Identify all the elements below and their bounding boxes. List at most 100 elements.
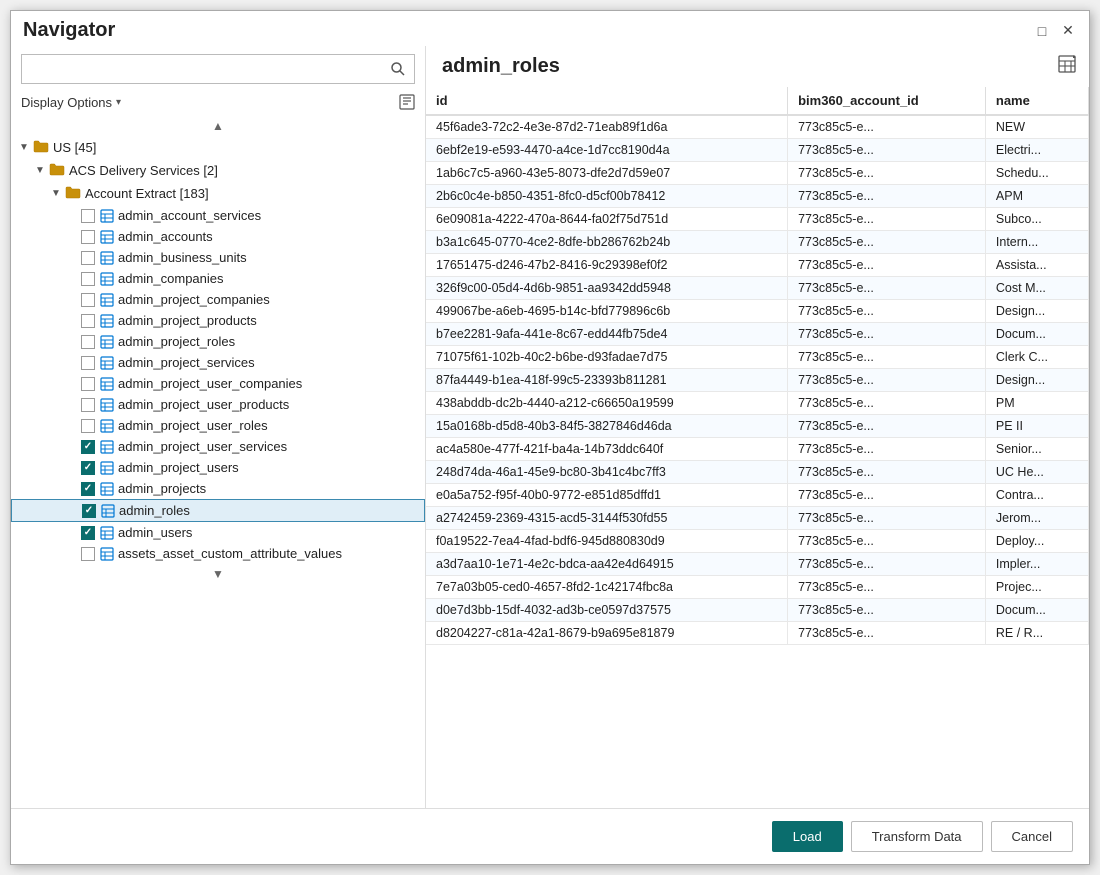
tree-item[interactable]: admin_projects xyxy=(11,478,425,499)
tree-item-checkbox[interactable] xyxy=(81,440,95,454)
table-cell: 773c85c5-e... xyxy=(788,553,986,576)
table-row[interactable]: 71075f61-102b-40c2-b6be-d93fadae7d75773c… xyxy=(426,346,1089,369)
tree-item[interactable]: admin_project_services xyxy=(11,352,425,373)
tree-item[interactable]: admin_accounts xyxy=(11,226,425,247)
cancel-button[interactable]: Cancel xyxy=(991,821,1073,852)
table-row[interactable]: 7e7a03b05-ced0-4657-8fd2-1c42174fbc8a773… xyxy=(426,576,1089,599)
folder-icon xyxy=(65,185,81,202)
table-cell: PE II xyxy=(985,415,1088,438)
expand-placeholder xyxy=(65,440,79,454)
refresh-button[interactable] xyxy=(399,94,415,110)
tree-item-checkbox[interactable] xyxy=(81,461,95,475)
load-button[interactable]: Load xyxy=(772,821,843,852)
tree-item[interactable]: admin_project_user_services xyxy=(11,436,425,457)
tree-item-checkbox[interactable] xyxy=(82,504,96,518)
tree-item-checkbox[interactable] xyxy=(81,419,95,433)
table-cell: 773c85c5-e... xyxy=(788,438,986,461)
table-row[interactable]: a2742459-2369-4315-acd5-3144f530fd55773c… xyxy=(426,507,1089,530)
title-bar: Navigator □ ✕ xyxy=(11,11,1089,46)
tree-item-checkbox[interactable] xyxy=(81,251,95,265)
tree-item[interactable]: admin_project_products xyxy=(11,310,425,331)
table-row[interactable]: 87fa4449-b1ea-418f-99c5-23393b811281773c… xyxy=(426,369,1089,392)
scroll-down-arrow[interactable]: ▼ xyxy=(11,564,425,584)
table-row[interactable]: 45f6ade3-72c2-4e3e-87d2-71eab89f1d6a773c… xyxy=(426,115,1089,139)
tree-item[interactable]: admin_roles xyxy=(11,499,425,522)
table-row[interactable]: 248d74da-46a1-45e9-bc80-3b41c4bc7ff3773c… xyxy=(426,461,1089,484)
table-row[interactable]: 326f9c00-05d4-4d6b-9851-aa9342dd5948773c… xyxy=(426,277,1089,300)
tree-item-checkbox[interactable] xyxy=(81,526,95,540)
table-row[interactable]: 6e09081a-4222-470a-8644-fa02f75d751d773c… xyxy=(426,208,1089,231)
table-row[interactable]: 1ab6c7c5-a960-43e5-8073-dfe2d7d59e07773c… xyxy=(426,162,1089,185)
tree-item-checkbox[interactable] xyxy=(81,272,95,286)
table-row[interactable]: 15a0168b-d5d8-40b3-84f5-3827846d46da773c… xyxy=(426,415,1089,438)
table-cell: NEW xyxy=(985,115,1088,139)
search-input[interactable] xyxy=(22,57,382,82)
tree-item-checkbox[interactable] xyxy=(81,314,95,328)
tree-item-checkbox[interactable] xyxy=(81,293,95,307)
tree-item[interactable]: admin_project_user_roles xyxy=(11,415,425,436)
tree-item[interactable]: assets_asset_custom_attribute_values xyxy=(11,543,425,564)
tree-item-label: admin_users xyxy=(118,525,192,540)
tree-item[interactable]: admin_users xyxy=(11,522,425,543)
tree-item[interactable]: ▼ US [45] xyxy=(11,136,425,159)
table-cell: b7ee2281-9afa-441e-8c67-edd44fb75de4 xyxy=(426,323,788,346)
tree-item[interactable]: admin_project_roles xyxy=(11,331,425,352)
tree-item-checkbox[interactable] xyxy=(81,230,95,244)
tree-item[interactable]: admin_account_services xyxy=(11,205,425,226)
table-cell: 773c85c5-e... xyxy=(788,461,986,484)
table-icon xyxy=(100,314,114,328)
table-cell: Design... xyxy=(985,369,1088,392)
tree-item-checkbox[interactable] xyxy=(81,209,95,223)
table-icon xyxy=(100,419,114,433)
tree-item[interactable]: ▼ Account Extract [183] xyxy=(11,182,425,205)
table-row[interactable]: f0a19522-7ea4-4fad-bdf6-945d880830d9773c… xyxy=(426,530,1089,553)
table-cell: b3a1c645-0770-4ce2-8dfe-bb286762b24b xyxy=(426,231,788,254)
table-row[interactable]: 2b6c0c4e-b850-4351-8fc0-d5cf00b78412773c… xyxy=(426,185,1089,208)
tree-item-checkbox[interactable] xyxy=(81,482,95,496)
tree-area[interactable]: ▲ ▼ US [45]▼ ACS Delivery Services [2]▼ … xyxy=(11,116,425,808)
minimize-button[interactable]: □ xyxy=(1033,22,1051,40)
tree-item-checkbox[interactable] xyxy=(81,547,95,561)
table-row[interactable]: d0e7d3bb-15df-4032-ad3b-ce0597d37575773c… xyxy=(426,599,1089,622)
tree-item[interactable]: admin_project_user_companies xyxy=(11,373,425,394)
table-cell: 6ebf2e19-e593-4470-a4ce-1d7cc8190d4a xyxy=(426,139,788,162)
table-row[interactable]: 499067be-a6eb-4695-b14c-bfd779896c6b773c… xyxy=(426,300,1089,323)
expand-placeholder xyxy=(66,504,80,518)
tree-item[interactable]: admin_business_units xyxy=(11,247,425,268)
display-options-button[interactable]: Display Options ▾ xyxy=(21,95,121,110)
table-icon xyxy=(100,293,114,307)
table-row[interactable]: 17651475-d246-47b2-8416-9c29398ef0f2773c… xyxy=(426,254,1089,277)
table-row[interactable]: d8204227-c81a-42a1-8679-b9a695e81879773c… xyxy=(426,622,1089,645)
transform-data-button[interactable]: Transform Data xyxy=(851,821,983,852)
table-row[interactable]: b3a1c645-0770-4ce2-8dfe-bb286762b24b773c… xyxy=(426,231,1089,254)
table-title: admin_roles xyxy=(442,55,560,78)
table-cell: 17651475-d246-47b2-8416-9c29398ef0f2 xyxy=(426,254,788,277)
table-row[interactable]: b7ee2281-9afa-441e-8c67-edd44fb75de4773c… xyxy=(426,323,1089,346)
tree-item-checkbox[interactable] xyxy=(81,356,95,370)
close-button[interactable]: ✕ xyxy=(1059,22,1077,40)
tree-item-checkbox[interactable] xyxy=(81,335,95,349)
table-cell: Senior... xyxy=(985,438,1088,461)
tree-item-label: Account Extract [183] xyxy=(85,186,209,201)
table-row[interactable]: 6ebf2e19-e593-4470-a4ce-1d7cc8190d4a773c… xyxy=(426,139,1089,162)
table-cell: 773c85c5-e... xyxy=(788,415,986,438)
tree-item[interactable]: admin_project_users xyxy=(11,457,425,478)
tree-item-checkbox[interactable] xyxy=(81,377,95,391)
tree-item[interactable]: admin_project_companies xyxy=(11,289,425,310)
table-row[interactable]: e0a5a752-f95f-40b0-9772-e851d85dffd1773c… xyxy=(426,484,1089,507)
search-button[interactable] xyxy=(382,55,414,83)
tree-item[interactable]: ▼ ACS Delivery Services [2] xyxy=(11,159,425,182)
tree-item-checkbox[interactable] xyxy=(81,398,95,412)
table-options-button[interactable] xyxy=(1057,54,1077,79)
tree-item[interactable]: admin_project_user_products xyxy=(11,394,425,415)
table-row[interactable]: 438abddb-dc2b-4440-a212-c66650a19599773c… xyxy=(426,392,1089,415)
tree-item[interactable]: admin_companies xyxy=(11,268,425,289)
table-row[interactable]: a3d7aa10-1e71-4e2c-bdca-aa42e4d64915773c… xyxy=(426,553,1089,576)
scroll-up-arrow[interactable]: ▲ xyxy=(11,116,425,136)
table-icon xyxy=(100,526,114,540)
navigator-window: Navigator □ ✕ Display Options xyxy=(10,10,1090,865)
table-row[interactable]: ac4a580e-477f-421f-ba4a-14b73ddc640f773c… xyxy=(426,438,1089,461)
expand-placeholder xyxy=(65,398,79,412)
table-cell: Docum... xyxy=(985,599,1088,622)
data-table-wrapper[interactable]: idbim360_account_idname 45f6ade3-72c2-4e… xyxy=(426,87,1089,808)
